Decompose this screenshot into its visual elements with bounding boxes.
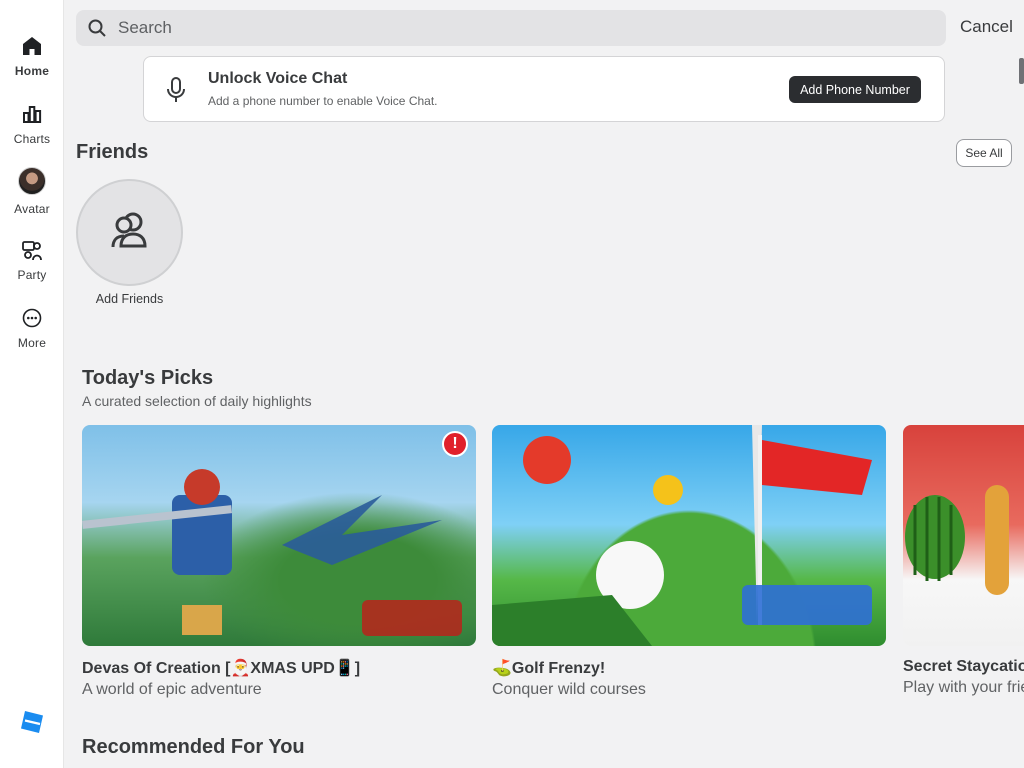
add-friends-icon xyxy=(107,210,153,255)
game-subtitle: Conquer wild courses xyxy=(492,681,646,698)
recommended-title: Recommended For You xyxy=(82,736,305,758)
avatar xyxy=(18,167,46,195)
search-input[interactable] xyxy=(118,18,898,38)
microphone-icon xyxy=(164,76,188,104)
alert-badge-icon: ! xyxy=(442,431,468,457)
game-subtitle: Play with your friends xyxy=(903,679,1024,696)
friends-title: Friends xyxy=(76,141,149,163)
roblox-logo-icon[interactable] xyxy=(20,710,44,734)
game-thumbnail xyxy=(492,425,886,646)
sidebar-item-label: More xyxy=(17,336,47,350)
sidebar-item-charts[interactable]: Charts xyxy=(0,102,64,162)
voice-chat-subtitle: Add a phone number to enable Voice Chat. xyxy=(208,94,438,108)
game-thumbnail: ! xyxy=(82,425,476,646)
sidebar-item-avatar[interactable]: Avatar xyxy=(0,166,64,226)
search-icon xyxy=(86,17,108,39)
see-all-button[interactable]: See All xyxy=(956,139,1012,167)
game-card-golf-frenzy[interactable]: ⛳Golf Frenzy! Conquer wild courses xyxy=(492,425,886,699)
game-card-devas-of-creation[interactable]: ! Devas Of Creation [🎅XMAS UPD📱] A world… xyxy=(82,425,476,699)
avatar-icon xyxy=(17,166,47,196)
sidebar-item-label: Party xyxy=(17,268,47,282)
search-bar[interactable] xyxy=(76,10,946,46)
party-icon xyxy=(20,238,44,262)
game-title: ⛳Golf Frenzy! xyxy=(492,660,606,677)
game-card-secret-staycation[interactable]: Secret Staycation Play with your friends xyxy=(903,425,1024,697)
cancel-button[interactable]: Cancel xyxy=(960,17,1013,37)
add-friends-label: Add Friends xyxy=(95,292,164,306)
sidebar-item-more[interactable]: More xyxy=(0,306,64,366)
add-friends-button[interactable] xyxy=(76,179,183,286)
add-phone-number-button[interactable]: Add Phone Number xyxy=(789,76,921,103)
game-title: Devas Of Creation [🎅XMAS UPD📱] xyxy=(82,660,361,677)
charts-icon xyxy=(20,102,44,126)
todays-picks-title: Today's Picks xyxy=(82,367,214,389)
sidebar-item-label: Home xyxy=(14,64,50,78)
voice-chat-banner: Unlock Voice Chat Add a phone number to … xyxy=(143,56,945,122)
game-subtitle: A world of epic adventure xyxy=(82,681,262,698)
game-title: Secret Staycation xyxy=(903,658,1024,675)
voice-chat-title: Unlock Voice Chat xyxy=(208,70,348,87)
sidebar-item-label: Avatar xyxy=(14,202,50,216)
more-icon xyxy=(20,306,44,330)
todays-picks-subtitle: A curated selection of daily highlights xyxy=(82,393,312,409)
sidebar-item-party[interactable]: Party xyxy=(0,238,64,298)
sidebar-item-home[interactable]: Home xyxy=(0,34,64,94)
sidebar-item-label: Charts xyxy=(13,132,51,146)
home-icon xyxy=(20,34,44,58)
scrollbar-thumb[interactable] xyxy=(1019,58,1024,84)
sidebar: Home Charts Avatar Party More xyxy=(0,0,64,768)
game-thumbnail xyxy=(903,425,1024,646)
